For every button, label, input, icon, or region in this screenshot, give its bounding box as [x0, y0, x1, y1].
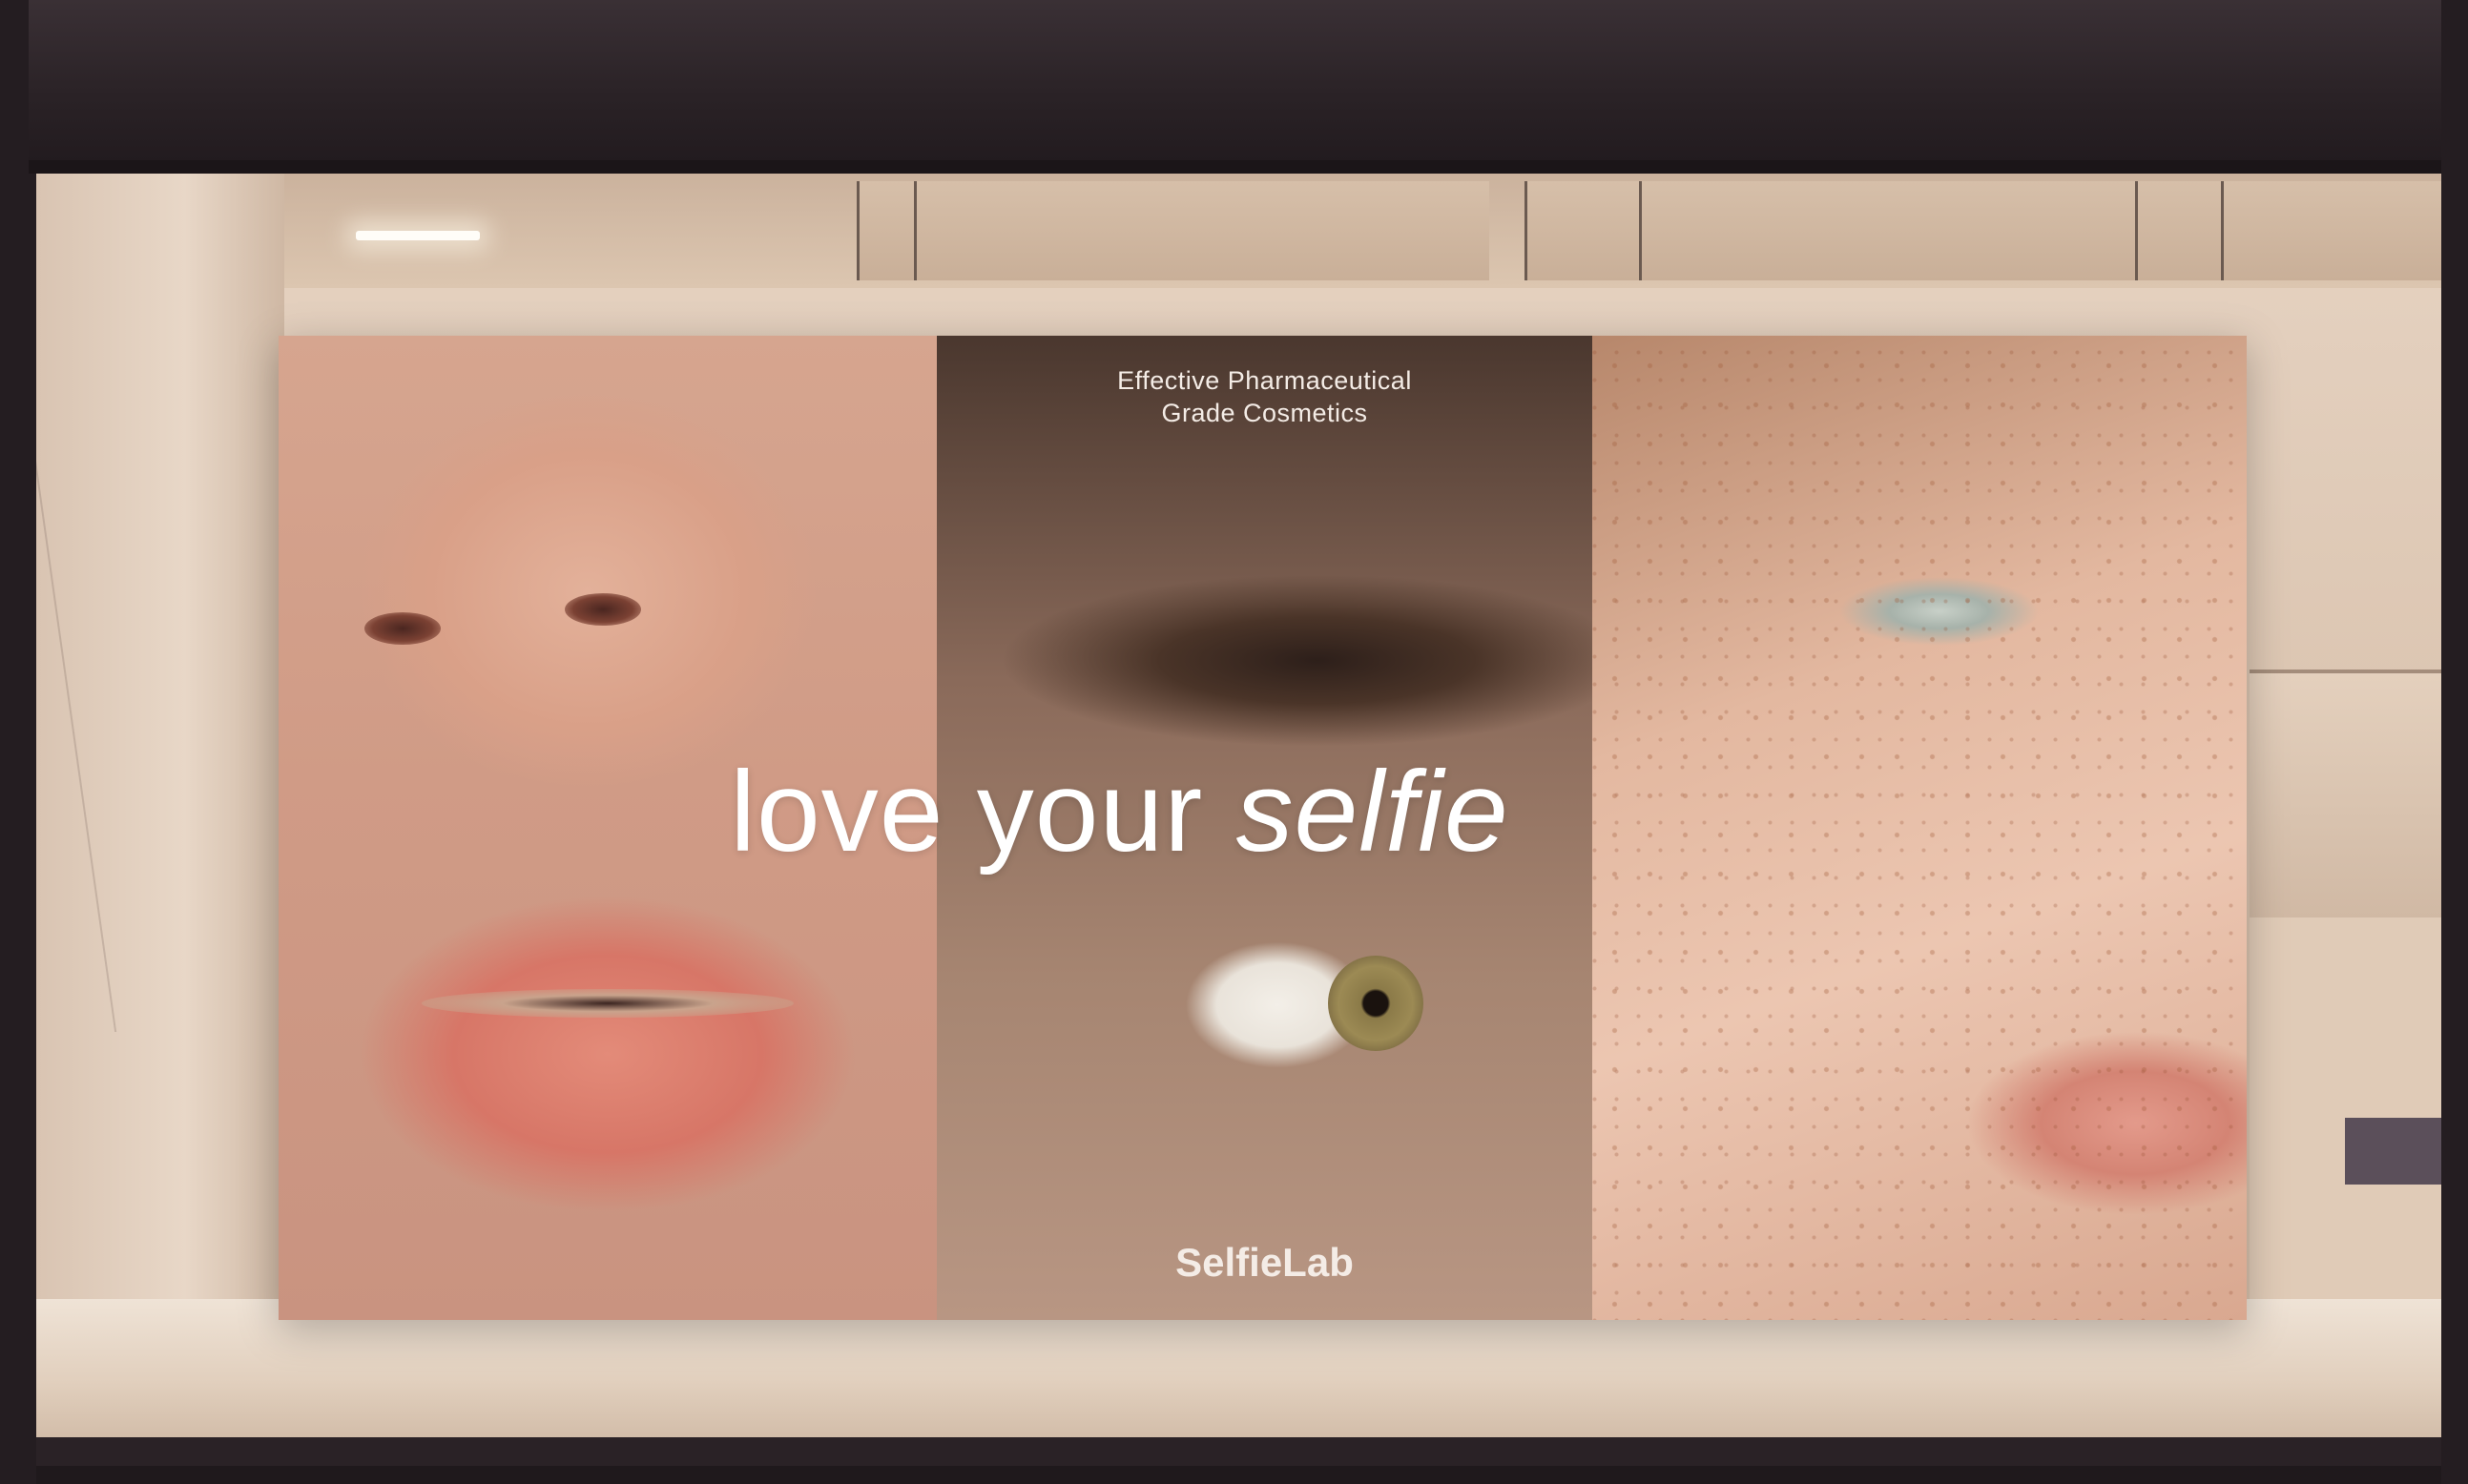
- ceiling-panel: [857, 181, 917, 280]
- advertising-poster: Effective Pharmaceutical Grade Cosmetics…: [279, 336, 2247, 1320]
- display-shelf: [2250, 670, 2468, 959]
- awning-edge: [29, 160, 2468, 174]
- tagline-line-1: Effective Pharmaceutical: [1117, 366, 1412, 395]
- ceiling-panel: [2221, 181, 2468, 280]
- window-frame-left: [0, 0, 36, 1484]
- headline-italic-text: selfie: [1235, 748, 1509, 876]
- eye-iris: [1328, 956, 1423, 1051]
- brand-logo-text: SelfieLab: [1175, 1240, 1354, 1285]
- headline-plain-text: love your: [730, 748, 1236, 876]
- poster-tagline: Effective Pharmaceutical Grade Cosmetics: [937, 364, 1592, 429]
- floor-shadow: [36, 1437, 2468, 1466]
- ceiling-panel: [1524, 181, 1642, 280]
- nostril: [364, 612, 441, 645]
- ceiling-panel: [914, 181, 1489, 280]
- nostril: [565, 593, 641, 626]
- marble-floor: [36, 1299, 2468, 1466]
- ceiling-panel: [2135, 181, 2224, 280]
- window-frame-right: [2441, 0, 2468, 1484]
- poster-headline: love your selfie: [135, 746, 2104, 877]
- ceiling: [36, 174, 2468, 288]
- awning: [29, 0, 2468, 162]
- storefront-scene: Effective Pharmaceutical Grade Cosmetics…: [0, 0, 2468, 1484]
- ceiling-light: [356, 231, 480, 240]
- tagline-line-2: Grade Cosmetics: [1161, 399, 1368, 427]
- ceiling-panel: [1639, 181, 2138, 280]
- lip-line: [422, 989, 794, 1018]
